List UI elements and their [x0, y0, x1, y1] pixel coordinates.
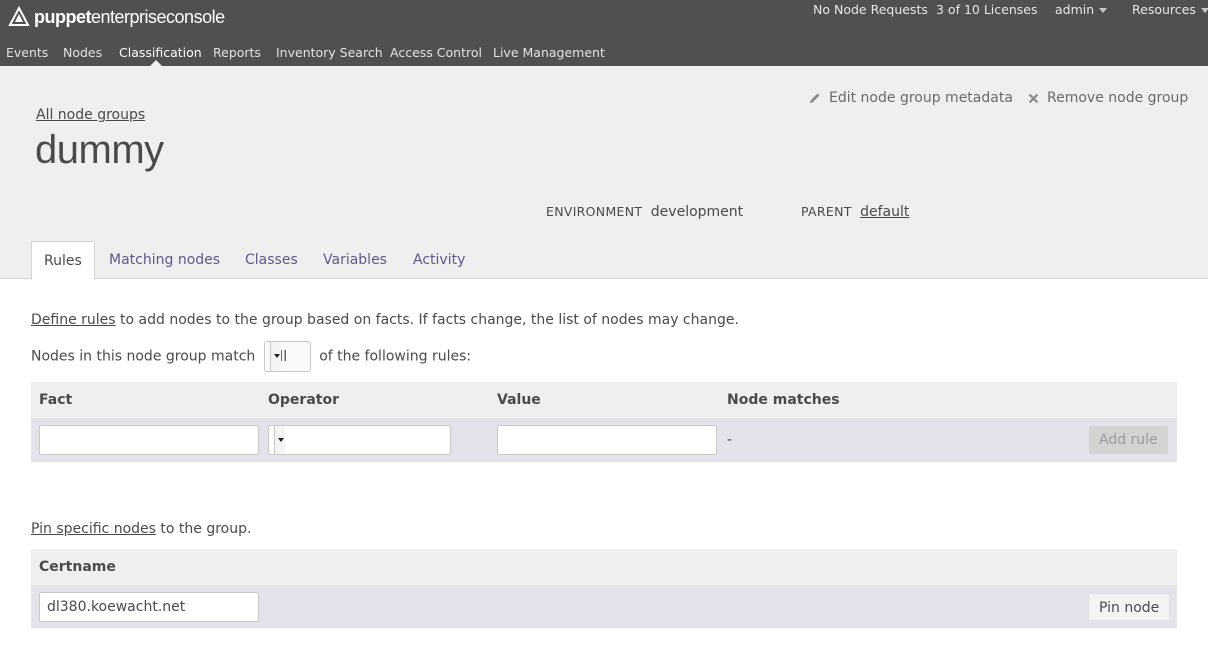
add-rule-button[interactable]: Add rule: [1089, 426, 1168, 454]
user-name: admin: [1055, 2, 1095, 17]
define-rules-link[interactable]: Define rules: [31, 312, 116, 328]
nav-inventory-search[interactable]: Inventory Search: [276, 45, 383, 60]
edit-metadata-label: Edit node group metadata: [829, 90, 1013, 106]
column-operator: Operator: [268, 392, 339, 408]
column-value: Value: [497, 392, 541, 408]
node-matches-value: -: [727, 432, 733, 448]
pin-nodes-text: Pin specific nodes to the group.: [31, 521, 251, 537]
match-suffix: of the following rules:: [319, 348, 472, 365]
tab-matching-nodes[interactable]: Matching nodes: [97, 241, 232, 279]
puppet-logo[interactable]: puppetenterpriseconsole: [8, 4, 225, 30]
pencil-icon: [810, 93, 820, 103]
column-node-matches: Node matches: [727, 392, 840, 408]
node-group-header: All node groups dummy Edit node group me…: [0, 66, 1208, 280]
parent-link[interactable]: default: [860, 204, 909, 220]
match-prefix: Nodes in this node group match: [31, 348, 256, 365]
value-input[interactable]: [497, 425, 717, 455]
match-mode-row: Nodes in this node group match All of th…: [31, 341, 471, 372]
environment-value: development: [650, 204, 744, 220]
nav-access-control[interactable]: Access Control: [390, 45, 482, 60]
pin-nodes-description: to the group.: [155, 521, 252, 537]
environment-field: ENVIRONMENT development: [546, 204, 743, 220]
nav-reports[interactable]: Reports: [213, 45, 261, 60]
new-rule-row: is - Add rule: [31, 418, 1177, 462]
operator-select[interactable]: is: [268, 425, 451, 455]
nav-classification[interactable]: Classification: [119, 45, 202, 60]
node-requests-link[interactable]: No Node Requests: [813, 2, 928, 17]
pin-node-button[interactable]: Pin node: [1088, 593, 1171, 621]
pin-node-row: Pin node: [31, 585, 1177, 628]
licenses-link[interactable]: 3 of 10 Licenses: [936, 2, 1037, 17]
brand-name: puppetenterpriseconsole: [34, 6, 225, 27]
caret-down-icon: [273, 354, 280, 358]
chevron-down-icon: [1099, 8, 1108, 13]
match-mode-select[interactable]: All: [263, 341, 311, 372]
environment-label: ENVIRONMENT: [546, 204, 643, 219]
edit-metadata-button[interactable]: Edit node group metadata: [809, 90, 1013, 106]
select-arrow: [269, 342, 281, 371]
pin-table: Certname Pin node: [31, 549, 1177, 628]
define-rules-text: Define rules to add nodes to the group b…: [31, 312, 739, 328]
resources-label: Resources: [1132, 2, 1196, 17]
pin-table-header: Certname: [31, 549, 1177, 585]
puppet-logo-icon: [8, 6, 30, 26]
nav-live-management[interactable]: Live Management: [493, 45, 605, 60]
tab-activity[interactable]: Activity: [401, 241, 477, 279]
select-arrow: [274, 426, 285, 454]
tab-variables[interactable]: Variables: [311, 241, 399, 279]
fact-input[interactable]: [39, 425, 259, 455]
column-fact: Fact: [39, 392, 73, 408]
resources-menu[interactable]: Resources: [1132, 2, 1208, 17]
define-rules-description: to add nodes to the group based on facts…: [115, 312, 739, 328]
rules-table: Fact Operator Value Node matches is - Ad…: [31, 382, 1177, 462]
pin-nodes-link[interactable]: Pin specific nodes: [31, 521, 156, 537]
column-certname: Certname: [39, 559, 116, 575]
tab-classes[interactable]: Classes: [233, 241, 310, 279]
rules-table-header: Fact Operator Value Node matches: [31, 382, 1177, 418]
remove-group-button[interactable]: Remove node group: [1028, 90, 1188, 106]
remove-group-label: Remove node group: [1047, 90, 1189, 106]
rules-panel: Define rules to add nodes to the group b…: [0, 279, 1208, 653]
close-icon: [1028, 93, 1039, 103]
parent-label: PARENT: [801, 204, 852, 219]
tab-rules[interactable]: Rules: [31, 241, 95, 280]
caret-down-icon: [278, 438, 284, 442]
chevron-down-icon: [1200, 8, 1208, 13]
parent-field: PARENT default: [801, 204, 909, 220]
user-menu[interactable]: admin: [1055, 2, 1108, 17]
top-bar: puppetenterpriseconsole No Node Requests…: [0, 0, 1208, 66]
all-node-groups-link[interactable]: All node groups: [36, 107, 145, 123]
nav-nodes[interactable]: Nodes: [63, 45, 102, 60]
certname-input[interactable]: [39, 592, 259, 622]
nav-events[interactable]: Events: [6, 45, 48, 60]
page-title: dummy: [35, 128, 164, 172]
